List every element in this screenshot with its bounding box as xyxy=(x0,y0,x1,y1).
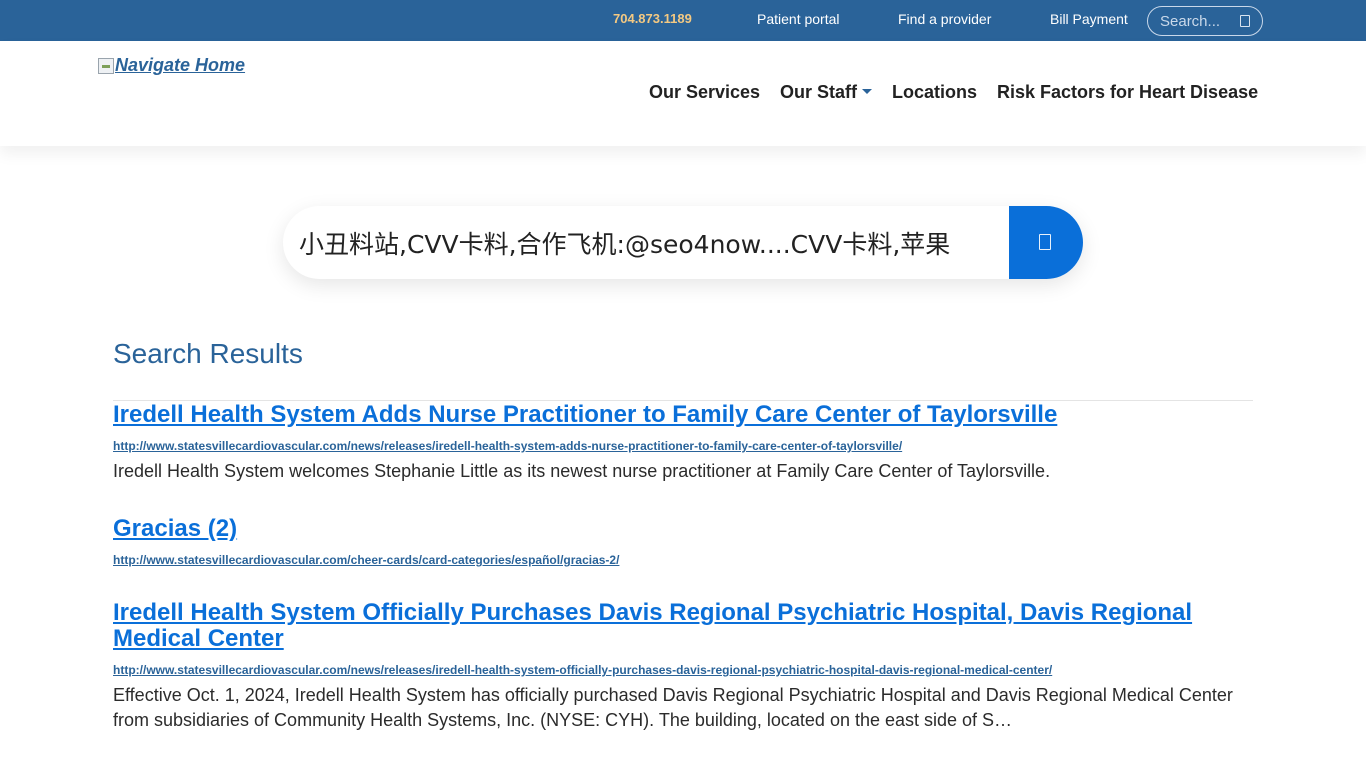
header-search-box xyxy=(1147,6,1263,36)
search-icon xyxy=(1039,234,1051,250)
nav-locations[interactable]: Locations xyxy=(892,82,977,103)
results-search-input[interactable] xyxy=(299,226,1007,260)
result-title-link[interactable]: Iredell Health System Officially Purchas… xyxy=(113,600,1233,652)
result-title-link[interactable]: Iredell Health System Adds Nurse Practit… xyxy=(113,402,1233,428)
result-url-link[interactable]: http://www.statesvillecardiovascular.com… xyxy=(113,553,619,567)
phone-number-link[interactable]: 704.873.1189 xyxy=(613,11,692,26)
search-submit-button[interactable] xyxy=(1009,206,1083,279)
broken-image-icon xyxy=(98,57,114,74)
find-provider-link[interactable]: Find a provider xyxy=(898,11,991,27)
nav-our-staff[interactable]: Our Staff xyxy=(780,82,873,103)
results-heading: Search Results xyxy=(113,338,303,369)
result-url-link[interactable]: http://www.statesvillecardiovascular.com… xyxy=(113,663,1052,677)
nav-our-services[interactable]: Our Services xyxy=(649,82,760,103)
site-header: Navigate Home Our Services Our Staff Loc… xyxy=(0,41,1366,146)
header-search-input[interactable] xyxy=(1160,11,1238,31)
result-url-link[interactable]: http://www.statesvillecardiovascular.com… xyxy=(113,439,902,453)
chevron-down-icon xyxy=(862,88,873,94)
result-title-link[interactable]: Gracias (2) xyxy=(113,516,1233,542)
search-icon[interactable] xyxy=(1240,15,1250,27)
logo-alt-text: Navigate Home xyxy=(115,55,246,75)
nav-our-staff-label: Our Staff xyxy=(780,82,858,102)
home-logo-link[interactable]: Navigate Home xyxy=(98,55,245,76)
bill-payment-link[interactable]: Bill Payment xyxy=(1050,11,1128,27)
nav-risk-factors[interactable]: Risk Factors for Heart Disease xyxy=(997,82,1258,103)
result-description: Iredell Health System welcomes Stephanie… xyxy=(113,461,1051,481)
top-utility-bar: 704.873.1189 Patient portal Find a provi… xyxy=(0,0,1366,41)
result-description: Effective Oct. 1, 2024, Iredell Health S… xyxy=(113,685,1233,730)
patient-portal-link[interactable]: Patient portal xyxy=(757,11,840,27)
results-search-box xyxy=(283,206,1083,279)
